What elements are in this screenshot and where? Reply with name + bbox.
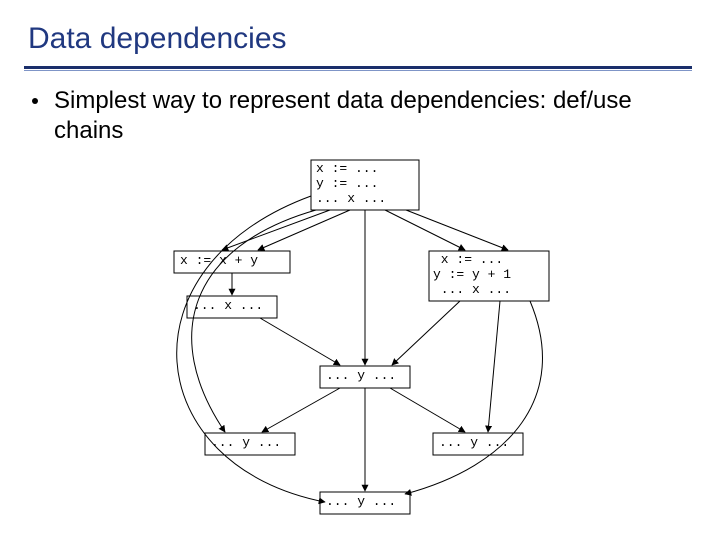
edge-midR-botR bbox=[488, 301, 500, 432]
node-center-text: ... y ... bbox=[326, 368, 410, 383]
node-top-text: x := ... y := ... ... x ... bbox=[316, 161, 416, 206]
node-bottom-text: ... y ... bbox=[326, 494, 410, 509]
node-mid-right: x := ... y := y + 1 ... x ... bbox=[429, 251, 549, 301]
bullet-text: Simplest way to represent data dependenc… bbox=[54, 86, 674, 146]
edge-center-botR bbox=[390, 388, 465, 432]
node-mid-right-text: x := ... y := y + 1 ... x ... bbox=[433, 252, 547, 297]
node-mid-left-b: ... x ... bbox=[187, 296, 277, 318]
node-bottom-left: ... y ... bbox=[205, 433, 295, 455]
edges bbox=[177, 196, 543, 502]
title-rule-shadow bbox=[24, 70, 692, 71]
node-top: x := ... y := ... ... x ... bbox=[311, 160, 419, 210]
edge-top-midR-2 bbox=[406, 210, 508, 250]
node-mid-left-b-text: ... x ... bbox=[193, 298, 277, 313]
slide: Data dependencies Simplest way to repres… bbox=[0, 0, 720, 540]
edge-top-bottom bbox=[177, 196, 325, 502]
node-mid-left-a-text: x := x + y bbox=[180, 253, 292, 268]
edge-midR-center bbox=[392, 301, 460, 365]
defuse-diagram: x := ... y := ... ... x ... x := x + y .… bbox=[130, 156, 600, 526]
node-bottom-left-text: ... y ... bbox=[211, 435, 295, 450]
slide-title: Data dependencies bbox=[28, 22, 287, 56]
bullet-marker bbox=[32, 98, 38, 104]
node-bottom-right: ... y ... bbox=[433, 433, 523, 455]
edge-top-midLa-2 bbox=[258, 210, 350, 250]
edge-center-botL bbox=[262, 388, 340, 432]
node-center: ... y ... bbox=[320, 366, 410, 388]
node-bottom: ... y ... bbox=[320, 492, 410, 514]
edge-midR-bottom bbox=[405, 301, 542, 494]
edge-midLb-center bbox=[260, 318, 340, 365]
edge-top-midR-1 bbox=[385, 210, 465, 250]
edge-top-midLa-1 bbox=[222, 210, 330, 250]
edge-top-botL bbox=[192, 210, 316, 432]
title-rule bbox=[24, 66, 692, 69]
node-mid-left-a: x := x + y bbox=[174, 251, 292, 273]
